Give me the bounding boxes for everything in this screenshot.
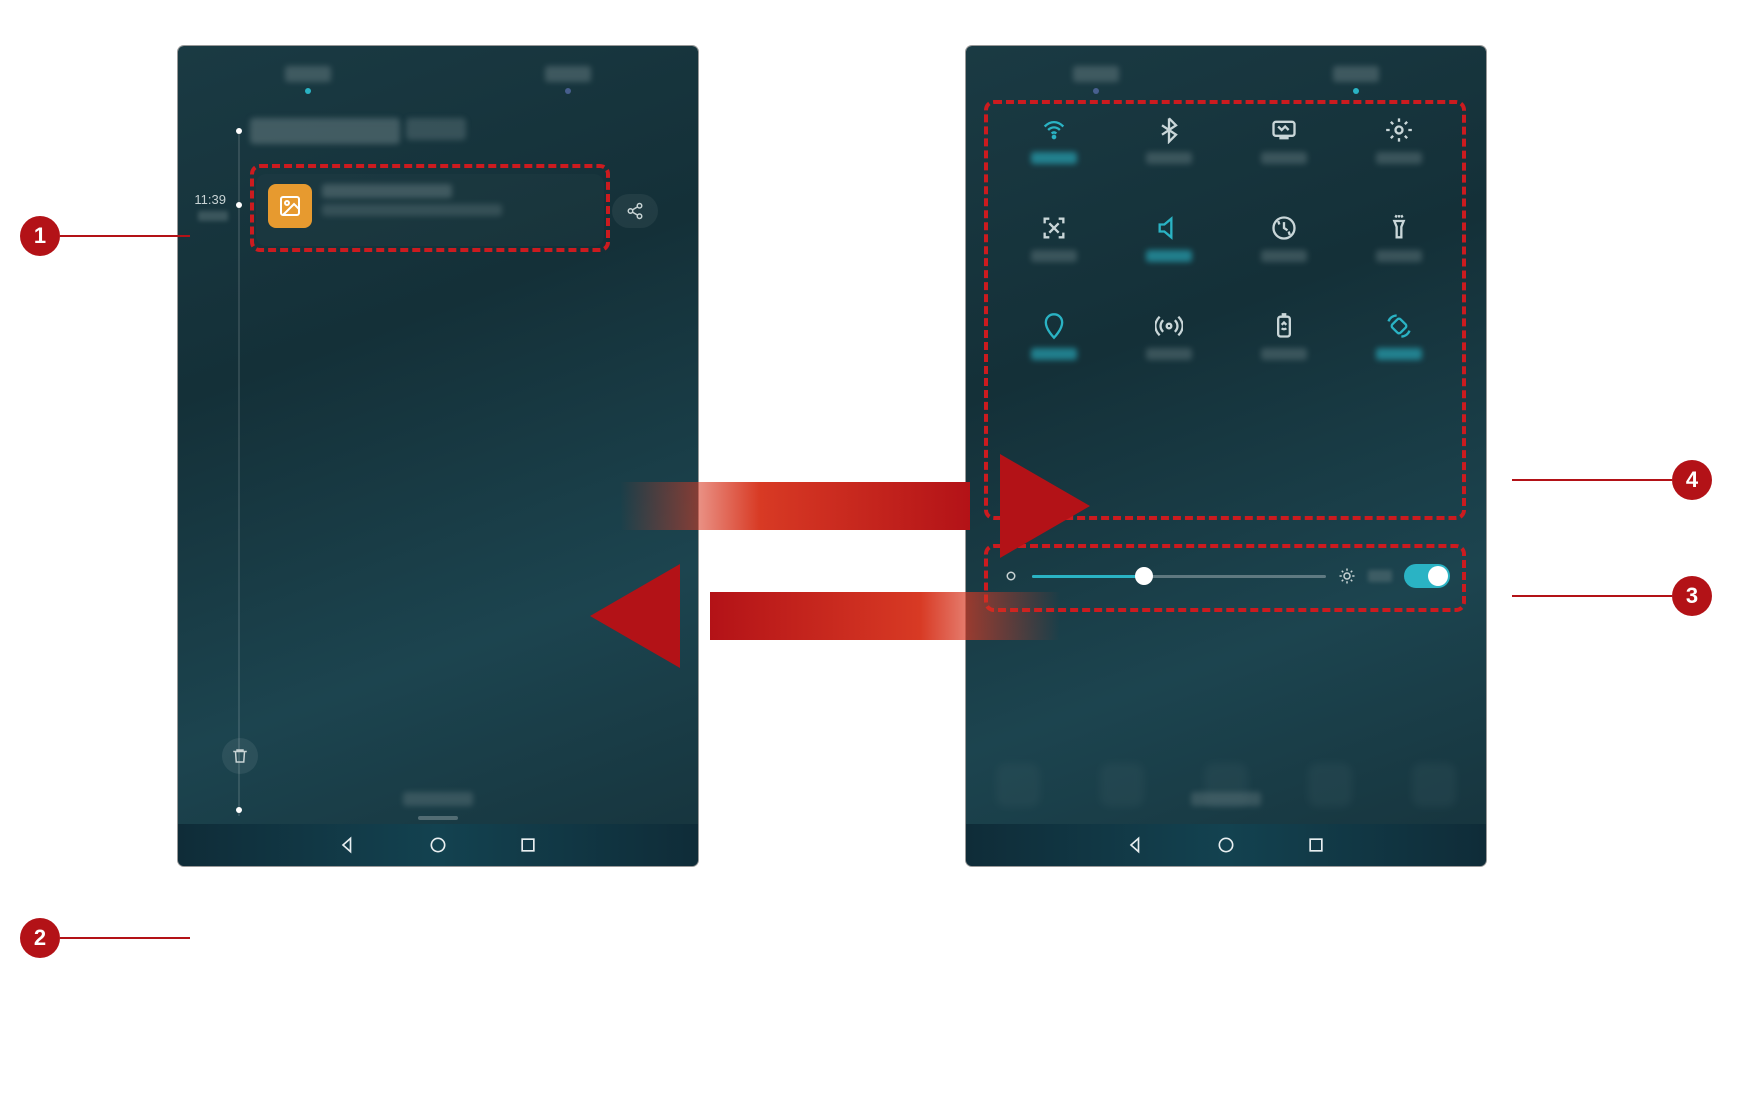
auto-brightness-toggle[interactable] (1404, 564, 1450, 588)
nav-recent-icon[interactable] (1306, 835, 1326, 855)
arrow-left-icon (590, 580, 1060, 652)
nav-back-icon[interactable] (338, 835, 358, 855)
qs-flashlight[interactable] (1363, 214, 1435, 262)
quick-settings-grid (996, 116, 1456, 410)
panel-tabs (178, 66, 698, 94)
qs-cast[interactable] (1248, 116, 1320, 164)
qs-location[interactable] (1018, 312, 1090, 360)
qs-settings[interactable] (1363, 116, 1435, 164)
swipe-arrows (620, 470, 1120, 690)
qs-screenshot[interactable] (1018, 214, 1090, 262)
clear-all-button[interactable] (222, 738, 258, 774)
nav-back-icon[interactable] (1126, 835, 1146, 855)
auto-label (1368, 570, 1392, 582)
notification-card[interactable] (256, 174, 604, 246)
qs-sound[interactable] (1133, 214, 1205, 262)
qs-wifi[interactable] (1018, 116, 1090, 164)
notification-time: 11:39 (186, 192, 226, 207)
timeline (238, 128, 240, 816)
nav-bar (966, 824, 1486, 866)
nav-recent-icon[interactable] (518, 835, 538, 855)
tab-shortcuts[interactable] (545, 66, 591, 94)
arrow-right-icon (620, 470, 1090, 542)
panel-handle[interactable] (418, 816, 458, 820)
tab-notifications[interactable] (1073, 66, 1119, 94)
callout-1: 1 (20, 216, 190, 256)
callout-3: 3 (1512, 576, 1712, 616)
notification-body (322, 204, 502, 216)
date-time (250, 118, 400, 144)
callout-4: 4 (1512, 460, 1712, 500)
home-dock (966, 750, 1486, 820)
callout-2: 2 (20, 918, 190, 958)
notification-title (322, 184, 452, 198)
nav-home-icon[interactable] (1216, 835, 1236, 855)
share-button[interactable] (612, 194, 658, 228)
qs-rotation[interactable] (1363, 312, 1435, 360)
qs-bluetooth[interactable] (1133, 116, 1205, 164)
nav-bar (178, 824, 698, 866)
tab-notifications[interactable] (285, 66, 331, 94)
phone-notifications: 11:39 (178, 46, 698, 866)
qs-battery[interactable] (1248, 312, 1320, 360)
brightness-high-icon (1338, 567, 1356, 585)
qs-sync[interactable] (1248, 214, 1320, 262)
panel-tabs (966, 66, 1486, 94)
nav-home-icon[interactable] (428, 835, 448, 855)
gallery-icon (268, 184, 312, 228)
tab-shortcuts[interactable] (1333, 66, 1379, 94)
diagram-stage: 11:39 (0, 0, 1752, 1109)
qs-hotspot[interactable] (1133, 312, 1205, 360)
